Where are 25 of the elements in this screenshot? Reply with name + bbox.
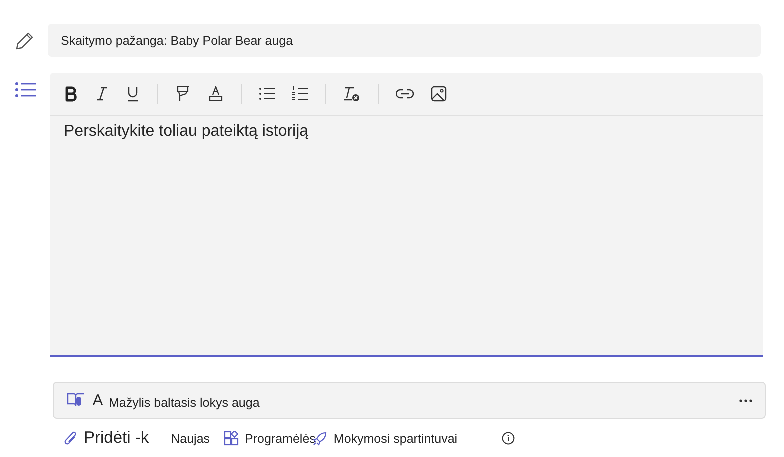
info-icon[interactable] xyxy=(502,432,515,445)
list-icon xyxy=(15,81,37,99)
highlighter-icon[interactable] xyxy=(175,86,191,102)
attachment-card[interactable]: A Mažylis baltasis lokys auga xyxy=(53,382,766,419)
apps-icon xyxy=(224,431,240,446)
attachment-letter: A xyxy=(93,392,104,409)
text-editor[interactable]: Perskaitykite toliau pateiktą istoriją xyxy=(50,73,763,357)
more-icon[interactable] xyxy=(739,398,753,402)
paperclip-icon xyxy=(64,430,78,446)
bold-icon[interactable] xyxy=(64,86,78,102)
new-button[interactable]: Naujas xyxy=(171,432,210,446)
numbered-list-icon[interactable] xyxy=(292,86,308,102)
apps-button[interactable]: Programėlės xyxy=(224,431,316,446)
title-field[interactable]: Skaitymo pažanga: Baby Polar Bear auga xyxy=(48,24,761,57)
image-icon[interactable] xyxy=(431,86,447,102)
link-icon[interactable] xyxy=(396,89,414,99)
editor-text: Perskaitykite toliau pateiktą istoriją xyxy=(63,122,310,142)
italic-icon[interactable] xyxy=(95,86,109,102)
font-color-icon[interactable] xyxy=(208,86,224,102)
bullet-list-icon[interactable] xyxy=(259,87,275,101)
pencil-icon xyxy=(15,30,35,50)
underline-icon[interactable] xyxy=(126,86,140,102)
attachment-name: Mažylis baltasis lokys auga xyxy=(109,396,260,410)
attach-button[interactable]: Pridėti -k xyxy=(64,429,150,448)
clear-formatting-icon[interactable] xyxy=(343,86,361,102)
